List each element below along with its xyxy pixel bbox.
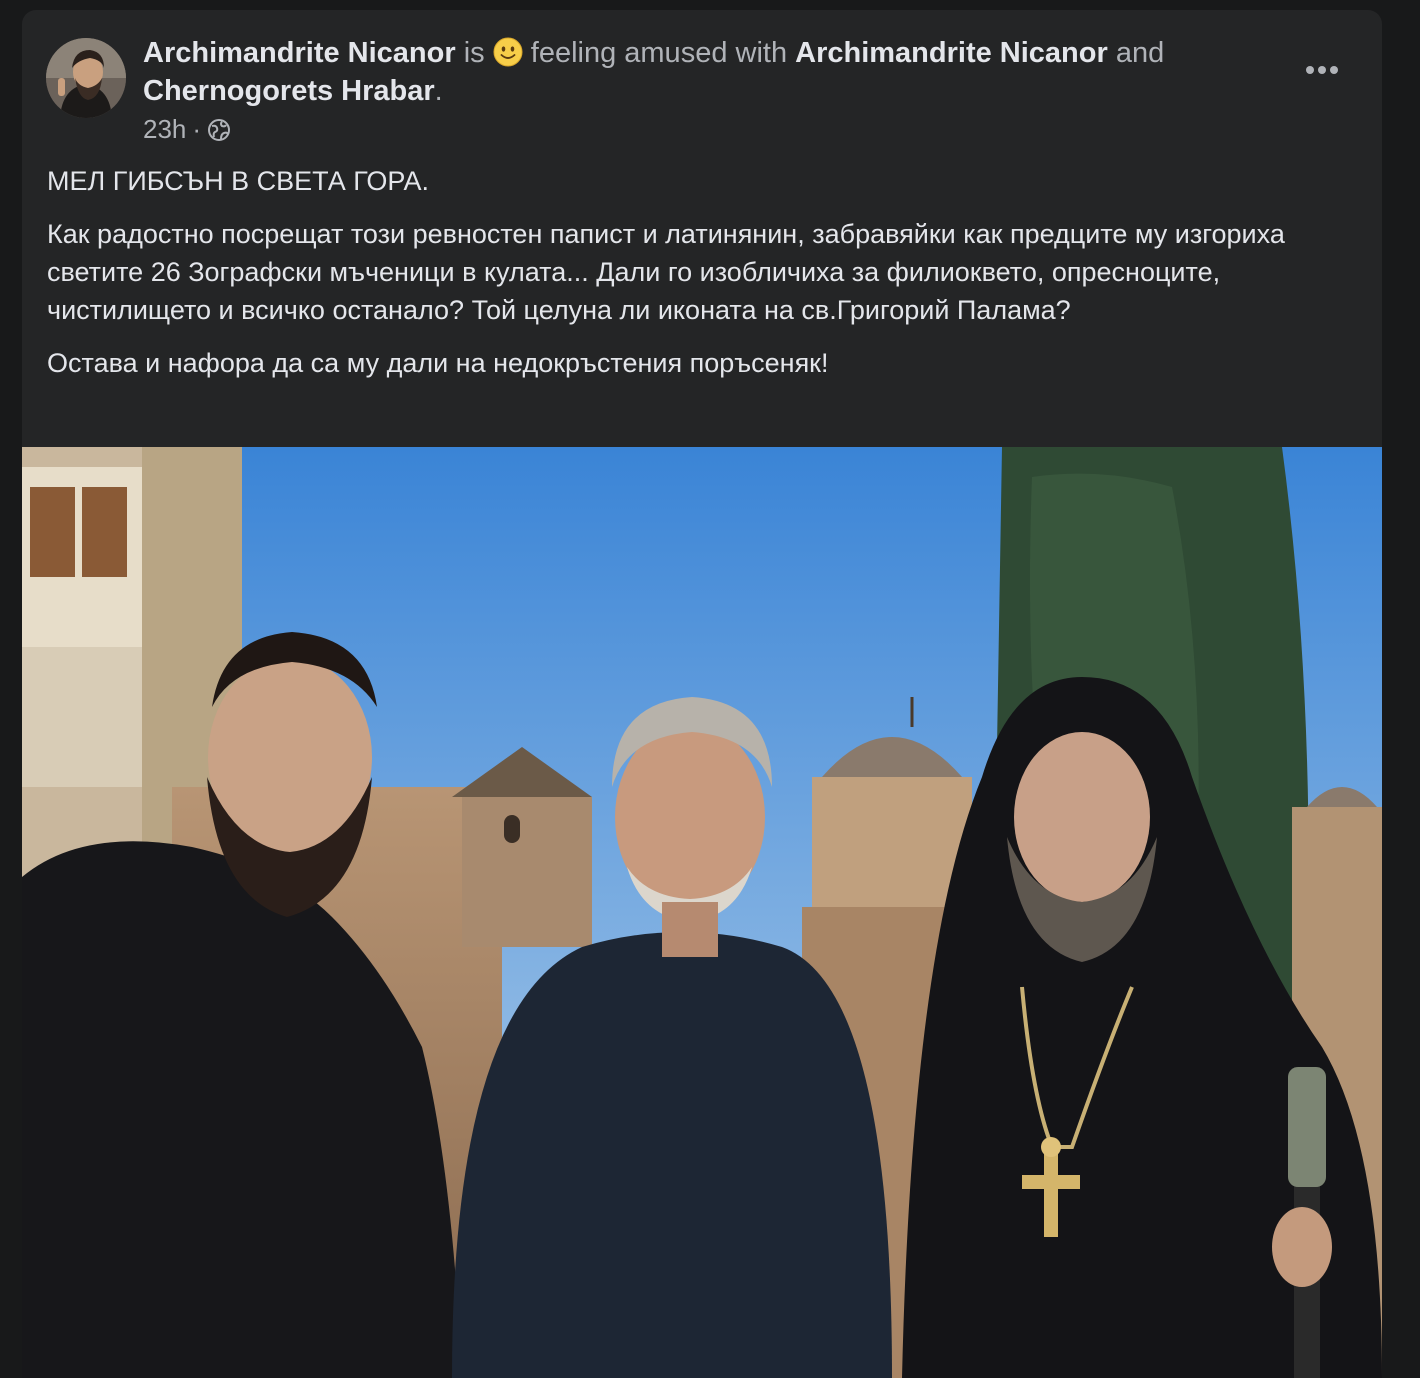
post-meta: 23h · [143, 114, 231, 145]
period-text: . [434, 75, 443, 107]
post-headline: Archimandrite Nicanor is feeling amused … [143, 34, 1243, 110]
post-card: Archimandrite Nicanor is feeling amused … [22, 10, 1382, 1378]
meta-separator: · [192, 114, 202, 144]
post-body: МЕЛ ГИБСЪН В СВЕТА ГОРА. Как радостно по… [47, 162, 1357, 397]
photo-illustration [22, 447, 1382, 1378]
globe-icon[interactable] [207, 118, 231, 142]
author-avatar[interactable] [46, 38, 126, 118]
slightly-smiling-face-icon [493, 37, 523, 67]
more-horizontal-icon [1306, 66, 1338, 74]
tagged-person-1[interactable]: Archimandrite Nicanor [795, 37, 1108, 69]
more-options-button[interactable] [1302, 54, 1342, 86]
and-text: and [1107, 37, 1165, 69]
post-title-line: МЕЛ ГИБСЪН В СВЕТА ГОРА. [47, 166, 430, 196]
post-time[interactable]: 23h [143, 114, 186, 145]
is-text: is [455, 37, 493, 69]
post-header: Archimandrite Nicanor is feeling amused … [22, 10, 1382, 160]
post-paragraph-2: Остава и нафора да са му дали на недокръ… [47, 348, 829, 378]
feeling-text: feeling amused with [522, 37, 796, 69]
author-name[interactable]: Archimandrite Nicanor [143, 37, 456, 69]
post-paragraph-1: Как радостно посрещат този ревностен пап… [47, 219, 1285, 325]
post-photo[interactable] [22, 447, 1382, 1378]
tagged-person-2[interactable]: Chernogorets Hrabar [143, 75, 435, 107]
